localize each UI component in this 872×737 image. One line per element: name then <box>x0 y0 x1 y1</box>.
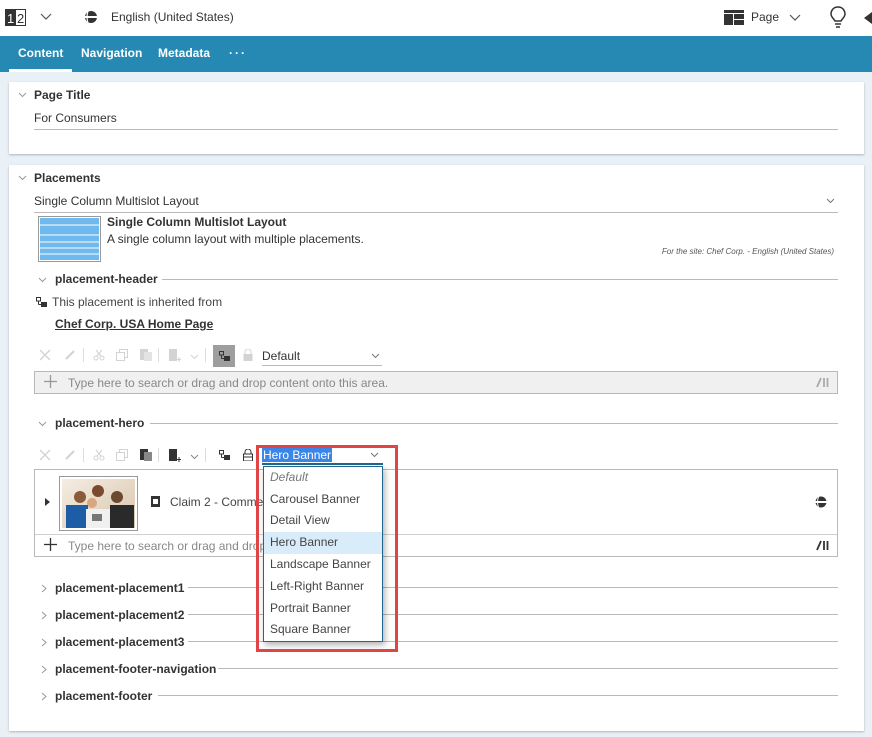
placement-hero-heading: placement-hero <box>55 416 145 430</box>
copy-icon[interactable] <box>116 449 128 461</box>
chevron-down-icon <box>371 351 380 360</box>
collapse-arrow-icon[interactable] <box>864 12 872 24</box>
library-icon[interactable] <box>816 377 829 388</box>
collapse-chevron-icon[interactable] <box>38 419 47 428</box>
content-item-title[interactable]: Claim 2 - Commer <box>170 495 267 509</box>
inherited-icon <box>36 297 47 307</box>
hero-content-item[interactable]: Claim 2 - Commer <box>35 470 837 534</box>
placements-card: Placements Single Column Multislot Layou… <box>9 165 864 731</box>
edit-pencil-icon[interactable] <box>64 449 76 461</box>
view-selector[interactable]: Page <box>751 10 779 24</box>
page-layout-icon <box>724 10 744 25</box>
expand-caret-icon[interactable] <box>45 498 50 506</box>
svg-text:1: 1 <box>7 11 14 26</box>
tab-content[interactable]: Content <box>8 36 73 72</box>
tab-navigation[interactable]: Navigation <box>81 36 142 72</box>
collapse-chevron-icon[interactable] <box>18 90 27 99</box>
content-thumbnail <box>59 476 138 531</box>
layout-chevron-down-icon[interactable] <box>826 196 835 205</box>
globe-icon <box>84 10 98 24</box>
layout-select[interactable]: Single Column Multislot Layout <box>34 194 838 212</box>
view-chevron-down-icon[interactable] <box>789 11 801 23</box>
placement-placement3-heading[interactable]: placement-placement3 <box>55 635 184 649</box>
cut-icon[interactable] <box>93 349 105 361</box>
collapse-chevron-icon[interactable] <box>18 173 27 182</box>
plus-icon <box>44 538 57 551</box>
drop-placeholder: Type here to search or drag and drop c <box>68 539 276 553</box>
edit-pencil-icon[interactable] <box>64 349 76 361</box>
expand-chevron-icon[interactable] <box>40 692 48 701</box>
top-toolbar: 12 English (United States) Page <box>0 0 872 36</box>
article-icon <box>151 496 160 507</box>
paste-icon[interactable] <box>140 349 152 361</box>
placements-heading: Placements <box>34 171 101 185</box>
add-chevron-down-icon[interactable] <box>190 352 199 361</box>
drop-placeholder: Type here to search or drag and drop con… <box>68 376 389 390</box>
placement-placement1-heading[interactable]: placement-placement1 <box>55 581 184 595</box>
header-drop-area[interactable]: Type here to search or drag and drop con… <box>34 371 838 394</box>
remove-icon[interactable] <box>39 349 51 361</box>
placement-header-heading: placement-header <box>55 272 158 286</box>
svg-text:2: 2 <box>17 11 24 26</box>
header-view-select[interactable]: Default <box>262 348 382 366</box>
tab-more[interactable]: ··· <box>229 36 247 72</box>
hero-content-list: Claim 2 - Commer Type here to search or … <box>34 469 838 557</box>
language-selector[interactable]: English (United States) <box>111 10 234 24</box>
paste-icon[interactable] <box>140 449 152 461</box>
page-title-heading: Page Title <box>34 88 91 102</box>
placement-placement2-heading[interactable]: placement-placement2 <box>55 608 184 622</box>
lock-icon[interactable] <box>243 349 253 361</box>
lock-icon[interactable] <box>243 449 253 461</box>
highlight-annotation-box <box>256 445 398 652</box>
copy-icon[interactable] <box>116 349 128 361</box>
collapse-chevron-icon[interactable] <box>38 275 47 284</box>
tab-bar: Content Navigation Metadata ··· <box>0 36 872 72</box>
placement-footer-navigation-heading[interactable]: placement-footer-navigation <box>55 662 216 676</box>
cut-icon[interactable] <box>93 449 105 461</box>
layout-description: A single column layout with multiple pla… <box>107 232 364 246</box>
expand-chevron-icon[interactable] <box>40 665 48 674</box>
layout-select-value: Single Column Multislot Layout <box>34 194 199 208</box>
add-content-icon[interactable] <box>169 449 181 462</box>
lightbulb-icon[interactable] <box>829 6 847 28</box>
globe-icon <box>815 496 827 508</box>
version-chevron-down-icon[interactable] <box>40 10 52 22</box>
layout-name: Single Column Multislot Layout <box>107 215 287 229</box>
add-chevron-down-icon[interactable] <box>190 452 199 461</box>
inherited-from-link[interactable]: Chef Corp. USA Home Page <box>55 317 213 331</box>
version-compare-icon[interactable]: 12 <box>5 9 27 26</box>
header-view-value: Default <box>262 349 301 363</box>
library-icon[interactable] <box>816 540 829 551</box>
layout-thumbnail <box>38 216 101 262</box>
placement-footer-heading[interactable]: placement-footer <box>55 689 152 703</box>
page-title-card: Page Title For Consumers <box>9 82 864 154</box>
expand-chevron-icon[interactable] <box>40 638 48 647</box>
plus-icon <box>44 375 57 388</box>
inherited-icon[interactable] <box>219 450 230 460</box>
remove-icon[interactable] <box>39 449 51 461</box>
page-title-input[interactable]: For Consumers <box>34 111 838 130</box>
expand-chevron-icon[interactable] <box>40 584 48 593</box>
expand-chevron-icon[interactable] <box>40 611 48 620</box>
inherited-icon <box>219 351 230 361</box>
layout-site-info: For the site: Chef Corp. - English (Unit… <box>661 247 834 256</box>
tab-metadata[interactable]: Metadata <box>158 36 210 72</box>
inherit-toggle-button[interactable] <box>213 345 235 367</box>
hero-drop-area[interactable]: Type here to search or drag and drop c <box>35 535 837 556</box>
inherited-text: This placement is inherited from <box>52 295 223 309</box>
add-content-icon[interactable] <box>169 349 181 362</box>
